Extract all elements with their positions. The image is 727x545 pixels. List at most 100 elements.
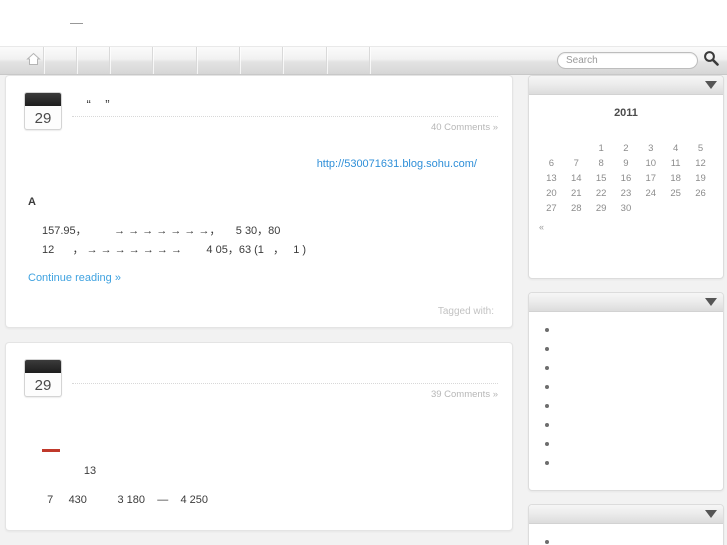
calendar-weekday [539, 129, 564, 141]
calendar-week-row: 6 7 8 9 10 11 12 [539, 156, 713, 171]
tagged-with-label: Tagged with: [437, 306, 494, 317]
widget-body: —— —— [529, 524, 723, 545]
calendar-day: 20 [546, 188, 557, 199]
post-comments-link[interactable]: 39 Comments » [431, 389, 498, 400]
list-item[interactable] [545, 358, 713, 377]
calendar-week-row: 13 14 15 16 17 18 19 [539, 171, 713, 186]
post-line-2: 12 ， → → → → → → → 4 05，63 (1 ， 1 ) [42, 244, 307, 256]
nav-item-2[interactable] [77, 47, 111, 74]
calendar-day: 6 [548, 158, 555, 169]
post-header: 29 39 Comments » [20, 357, 498, 403]
widget-list [539, 320, 713, 472]
section-rule [42, 449, 60, 452]
search-icon[interactable] [703, 50, 719, 71]
site-header: — [0, 0, 727, 46]
calendar-day: 18 [670, 173, 681, 184]
chevron-down-icon[interactable] [705, 298, 717, 306]
nav-item-5[interactable] [197, 47, 241, 74]
calendar-day: 10 [645, 158, 657, 169]
calendar-day: 16 [620, 173, 632, 184]
sidebar: 2011 1 2 3 4 5 6 7 8 9 10 11 12 13 14 15… [528, 75, 724, 545]
post-line-1: 13 [38, 465, 97, 477]
calendar-day: 13 [546, 173, 557, 184]
widget-header [529, 505, 723, 524]
list-item[interactable] [545, 339, 713, 358]
calendar-day: 12 [695, 158, 706, 169]
list-item[interactable] [545, 377, 713, 396]
calendar-day: 28 [570, 203, 582, 214]
calendar-day: 24 [645, 188, 657, 199]
calendar-day: 25 [670, 188, 681, 199]
post-line-1: 157.95， → → → → → → →， 5 30，80 [42, 225, 281, 237]
calendar-day: 21 [570, 188, 582, 199]
nav-item-4[interactable] [153, 47, 198, 74]
widget-list: —— —— [539, 532, 713, 545]
nav-item-1[interactable] [44, 47, 78, 74]
nav-item-3[interactable] [110, 47, 154, 74]
calendar-day [688, 201, 713, 216]
calendar-week-row: 20 21 22 23 24 25 26 [539, 186, 713, 201]
continue-reading-link[interactable]: Continue reading » [24, 272, 121, 284]
content-column: 29 “ ” 40 Comments » http://530071631.bl… [5, 75, 513, 545]
post-title[interactable]: “ ” [72, 98, 388, 112]
list-item[interactable] [545, 532, 713, 545]
calendar-week-row: 27 28 29 30 [539, 201, 713, 216]
body-background: 29 “ ” 40 Comments » http://530071631.bl… [0, 75, 727, 545]
widget-list-1 [528, 292, 724, 491]
calendar-day: 9 [623, 158, 629, 169]
calendar-weekday-row [539, 129, 713, 141]
calendar-day: 26 [695, 188, 706, 199]
calendar-day: 1 [598, 143, 604, 154]
calendar-table: 1 2 3 4 5 6 7 8 9 10 11 12 13 14 15 16 1… [539, 129, 713, 216]
date-badge-cap [25, 93, 61, 106]
widget-body [529, 312, 723, 490]
post-body: 13 7 430 3 180 — 4 250 [20, 403, 498, 510]
main-navbar [0, 46, 727, 75]
calendar-weekday [663, 129, 688, 141]
chevron-down-icon[interactable] [705, 510, 717, 518]
calendar-day: 19 [695, 173, 706, 184]
nav-item-8[interactable] [327, 47, 371, 74]
post-external-link[interactable]: http://530071631.blog.sohu.com/ [317, 158, 477, 170]
calendar-day: 29 [595, 203, 607, 214]
calendar-day: 15 [595, 173, 607, 184]
nav-item-7[interactable] [283, 47, 328, 74]
date-badge-day: 29 [34, 110, 52, 127]
widget-header [529, 76, 723, 95]
search-input[interactable] [557, 52, 698, 69]
post-spacer [24, 481, 494, 491]
list-item[interactable] [545, 396, 713, 415]
calendar-day: 3 [648, 143, 654, 154]
calendar-day: 11 [670, 158, 681, 169]
chevron-down-icon[interactable] [705, 81, 717, 89]
page-root: — Search 29 “ ” 40 Comments » http://530… [0, 0, 727, 545]
calendar-bottom-pad [539, 232, 713, 266]
calendar-weekday [614, 129, 639, 141]
calendar-weekday [589, 129, 614, 141]
calendar-day [663, 201, 688, 216]
list-item[interactable] [545, 415, 713, 434]
nav-item-6[interactable] [240, 47, 284, 74]
post-line-2: 7 430 3 180 — 4 250 [38, 494, 208, 506]
calendar-day: 22 [595, 188, 607, 199]
widget-calendar: 2011 1 2 3 4 5 6 7 8 9 10 11 12 13 14 15… [528, 75, 724, 279]
widget-header [529, 293, 723, 312]
nav-item-home[interactable] [0, 47, 45, 74]
post-body: http://530071631.blog.sohu.com/ A 157.95… [20, 136, 498, 317]
list-item[interactable] [545, 320, 713, 339]
post-comments-link[interactable]: 40 Comments » [431, 122, 498, 133]
calendar-day: 4 [672, 143, 679, 154]
list-item[interactable] [545, 453, 713, 472]
list-item[interactable] [545, 434, 713, 453]
calendar-day: 23 [620, 188, 632, 199]
date-badge-cap [25, 360, 61, 373]
calendar-day: 14 [570, 173, 582, 184]
calendar-day: 5 [697, 143, 704, 154]
calendar-day: 27 [546, 203, 557, 214]
calendar-caption: 2011 [614, 107, 638, 119]
calendar-prev-link[interactable]: « [539, 216, 713, 232]
calendar-week-row: 1 2 3 4 5 [539, 141, 713, 156]
title-divider [72, 116, 498, 117]
title-divider [72, 383, 498, 384]
date-badge: 29 [24, 92, 62, 130]
